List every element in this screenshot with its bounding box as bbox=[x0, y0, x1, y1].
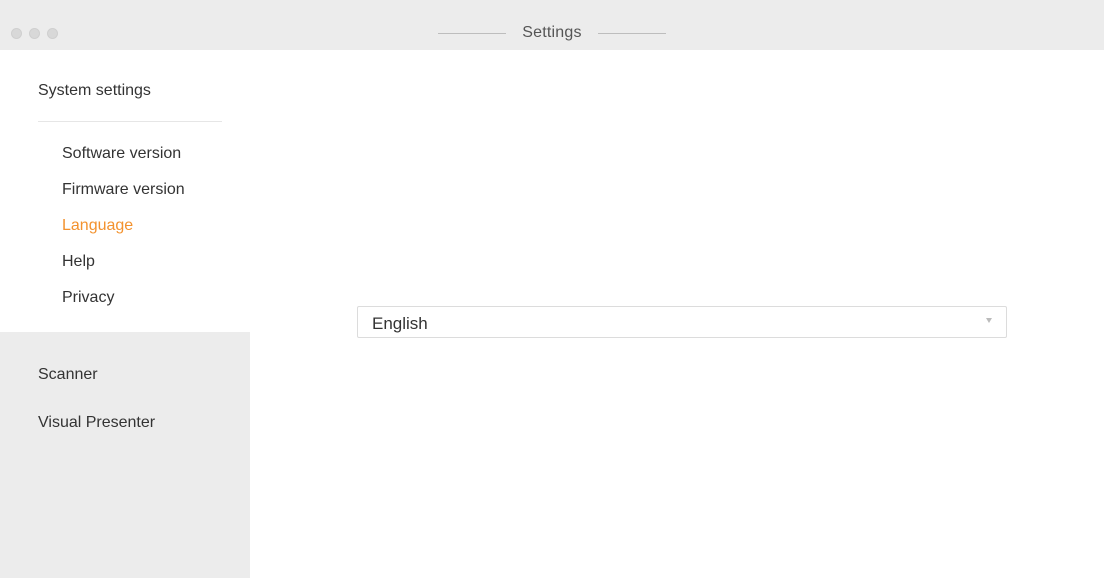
title-divider-left bbox=[438, 32, 507, 34]
sidebar-item-language[interactable]: Language bbox=[62, 217, 133, 235]
settings-window: Settings System settings Software versio… bbox=[0, 0, 1104, 578]
sidebar-item-firmware-version[interactable]: Firmware version bbox=[62, 181, 185, 199]
language-select[interactable]: English bbox=[357, 306, 1007, 338]
sidebar-section-system-settings[interactable]: System settings bbox=[38, 82, 151, 100]
window-title-group: Settings bbox=[0, 22, 1104, 44]
sidebar-section-visual-presenter[interactable]: Visual Presenter bbox=[38, 414, 155, 432]
sidebar-item-software-version[interactable]: Software version bbox=[62, 145, 181, 163]
window-title: Settings bbox=[522, 24, 582, 41]
sidebar-divider bbox=[38, 121, 222, 122]
sidebar-item-help[interactable]: Help bbox=[62, 253, 95, 271]
sidebar-section-scanner[interactable]: Scanner bbox=[38, 366, 98, 384]
title-bar: Settings bbox=[0, 0, 1104, 50]
language-select-value: English bbox=[372, 314, 428, 333]
sidebar-item-privacy[interactable]: Privacy bbox=[62, 289, 114, 307]
title-divider-right bbox=[597, 32, 666, 34]
chevron-down-icon bbox=[986, 318, 992, 323]
